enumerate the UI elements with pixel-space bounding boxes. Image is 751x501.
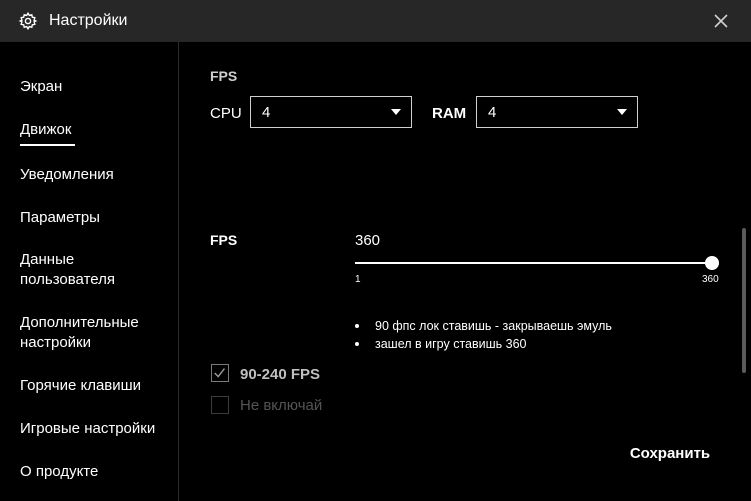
ram-select-value: 4 xyxy=(488,104,497,121)
checkmark-icon xyxy=(214,368,226,378)
fps-slider-min: 1 xyxy=(355,274,361,285)
sidebar-item-parameters[interactable]: Параметры xyxy=(20,208,170,228)
list-item: 90 фпс лок ставишь - закрываешь эмуль xyxy=(355,317,612,335)
fps-slider-label: FPS xyxy=(210,232,238,248)
sidebar-item-screen[interactable]: Экран xyxy=(20,77,170,97)
fps-90-240-checkbox[interactable] xyxy=(211,364,229,382)
chevron-down-icon xyxy=(617,109,627,115)
sidebar: Экран Движок Уведомления Параметры Данны… xyxy=(0,42,179,501)
window-title: Настройки xyxy=(49,12,128,29)
sidebar-item-engine[interactable]: Движок xyxy=(20,120,170,146)
dont-enable-checkbox[interactable] xyxy=(211,396,229,414)
fps-slider-thumb[interactable] xyxy=(705,256,719,270)
fps-notes-list: 90 фпс лок ставишь - закрываешь эмуль за… xyxy=(355,317,612,353)
sidebar-item-about[interactable]: О продукте xyxy=(20,462,170,482)
sidebar-item-notifications[interactable]: Уведомления xyxy=(20,165,170,185)
ram-label: RAM xyxy=(432,105,467,122)
close-icon[interactable] xyxy=(708,8,734,34)
fps-section-title: FPS xyxy=(210,68,238,84)
sidebar-item-advanced-settings[interactable]: Дополнительные настройки xyxy=(20,313,150,353)
ram-select[interactable]: 4 xyxy=(476,96,638,128)
save-button[interactable]: Сохранить xyxy=(618,442,722,466)
cpu-select[interactable]: 4 xyxy=(250,96,412,128)
cpu-label: CPU xyxy=(210,105,242,122)
title-bar: Настройки xyxy=(0,0,751,42)
fps-slider-track[interactable] xyxy=(355,262,712,264)
list-item: зашел в игру ставишь 360 xyxy=(355,335,612,353)
sidebar-item-user-data[interactable]: Данные пользователя xyxy=(20,250,130,290)
cpu-select-value: 4 xyxy=(262,104,271,121)
dont-enable-label: Не включай xyxy=(240,397,323,414)
sidebar-item-hotkeys[interactable]: Горячие клавиши xyxy=(20,376,170,396)
settings-panel: FPS CPU 4 RAM 4 FPS 360 1 360 90 фпс лок… xyxy=(180,42,751,501)
sidebar-item-game-settings[interactable]: Игровые настройки xyxy=(20,419,170,439)
fps-slider-max: 360 xyxy=(702,274,719,285)
chevron-down-icon xyxy=(391,109,401,115)
fps-slider-value: 360 xyxy=(355,232,381,249)
gear-icon xyxy=(18,11,38,31)
fps-90-240-label: 90-240 FPS xyxy=(240,366,321,383)
scrollbar[interactable] xyxy=(742,228,746,373)
